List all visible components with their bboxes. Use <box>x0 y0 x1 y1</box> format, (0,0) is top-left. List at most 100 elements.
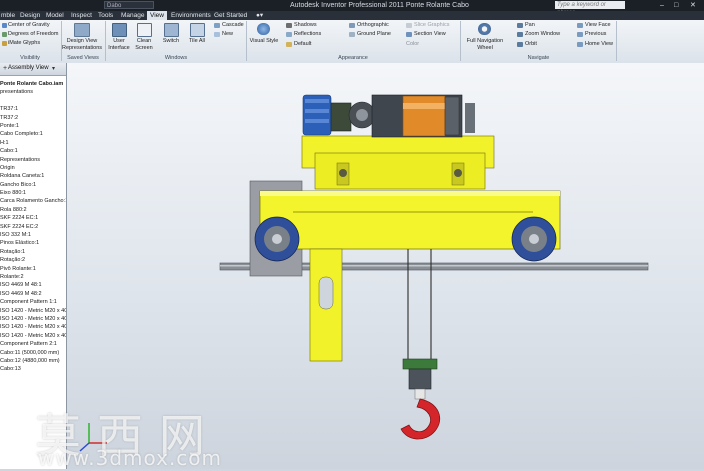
center-of-gravity-button[interactable]: Center of Gravity <box>8 22 50 29</box>
quick-access-selector[interactable]: Dabo <box>104 1 154 9</box>
previous-view-button[interactable]: Previous <box>585 31 606 38</box>
search-input[interactable]: Type a keyword or phrase <box>555 1 625 16</box>
close-button[interactable]: ✕ <box>690 1 696 10</box>
color-select[interactable]: Color <box>406 41 419 48</box>
browser-tree-item[interactable]: ISO 1420 - Metric M20 x 40:1 <box>0 307 66 315</box>
browser-tree-item[interactable]: ISO 1420 - Metric M20 x 40:2 <box>0 315 66 323</box>
maximize-button[interactable]: □ <box>674 1 678 10</box>
pan-button[interactable]: Pan <box>525 22 535 29</box>
pan-icon <box>517 23 523 28</box>
design-view-icon <box>74 23 90 37</box>
add-panel-icon[interactable]: + <box>3 65 7 72</box>
browser-view-selector[interactable]: Assembly View <box>8 65 49 71</box>
ground-plane-button[interactable]: Ground Plane <box>357 31 391 38</box>
orbit-icon <box>517 42 523 47</box>
slice-graphics-button[interactable]: Slice Graphics <box>414 22 449 29</box>
browser-tree-item[interactable]: Representations <box>0 156 66 164</box>
browser-tree-item[interactable]: Rotação:2 <box>0 256 66 264</box>
cascade-icon <box>214 23 220 28</box>
browser-tree-item[interactable]: SKF 2224 EC:1 <box>0 214 66 222</box>
degrees-of-freedom-button[interactable]: Degrees of Freedom <box>8 31 58 38</box>
watermark-url: www.3dmox.com <box>38 446 223 470</box>
clean-screen-button[interactable]: Clean <box>132 38 156 45</box>
browser-tree-item[interactable]: Gancho Bico:1 <box>0 181 66 189</box>
visual-style-button[interactable]: Visual Style <box>248 38 280 45</box>
tab-inspect[interactable]: Inspect <box>71 11 92 20</box>
new-window-button[interactable]: New <box>222 31 233 38</box>
browser-tree-item[interactable]: Ponte:1 <box>0 122 66 130</box>
home-view-icon <box>577 42 583 47</box>
browser-tree-item[interactable]: Cabo:12 (4880,000 mm) <box>0 357 66 365</box>
tab-tools[interactable]: Tools <box>98 11 113 20</box>
cable-drum <box>402 95 446 137</box>
browser-tree-item[interactable]: Rotação:1 <box>0 248 66 256</box>
browser-tree-item[interactable]: Eixo 880:1 <box>0 189 66 197</box>
home-view-button[interactable]: Home View <box>585 41 613 48</box>
browser-tree-item[interactable]: ISO 4469 M 48:1 <box>0 281 66 289</box>
slice-graphics-icon <box>406 23 412 28</box>
switch-button[interactable]: Switch <box>158 38 184 45</box>
browser-tree-item[interactable]: Component Pattern 1:1 <box>0 298 66 306</box>
browser-tree-item[interactable]: H:1 <box>0 139 66 147</box>
full-navigation-wheel-button[interactable]: Full Navigation <box>464 38 506 45</box>
browser-tree-item[interactable]: Cabo Completo:1 <box>0 130 66 138</box>
frame-bolt <box>339 169 347 177</box>
visual-style-icon <box>257 23 270 35</box>
browser-tree-item[interactable]: Cabo:13 <box>0 365 66 373</box>
switch-window-icon <box>164 23 179 37</box>
cascade-button[interactable]: Cascade <box>222 22 244 29</box>
browser-tree-item[interactable]: Ponte Rolante Cabo.iam <box>0 80 66 88</box>
browser-tree-item[interactable]: Component Pattern 2:1 <box>0 340 66 348</box>
orbit-button[interactable]: Orbit <box>525 41 537 48</box>
tab-model[interactable]: Model <box>46 11 64 20</box>
browser-tree-item[interactable]: ISO 1420 - Metric M20 x 40:4 <box>0 332 66 340</box>
tab-design[interactable]: Design <box>20 11 40 20</box>
motor-fin <box>305 109 329 113</box>
tab-assemble[interactable]: mble <box>1 11 15 20</box>
browser-tree-item[interactable]: ISO 1420 - Metric M20 x 40:3 <box>0 323 66 331</box>
design-view-button[interactable]: Design View <box>62 38 102 45</box>
view-face-button[interactable]: View Face <box>585 22 611 29</box>
browser-tree-item[interactable]: Rolante:2 <box>0 273 66 281</box>
imate-glyphs-button[interactable]: iMate Glyphs <box>8 40 40 47</box>
browser-tree-item[interactable]: Pinos Elástico:1 <box>0 239 66 247</box>
previous-view-icon <box>577 32 583 37</box>
tab-manage[interactable]: Manage <box>121 11 145 20</box>
zoom-window-button[interactable]: Zoom Window <box>525 31 560 38</box>
browser-tree-item[interactable]: ISO 4469 M 48:2 <box>0 290 66 298</box>
tab-environments[interactable]: Environments <box>171 11 211 20</box>
orthographic-button[interactable]: Orthographic <box>357 22 389 29</box>
user-interface-icon <box>112 23 127 37</box>
browser-tree-item[interactable]: TR37:1 <box>0 105 66 113</box>
crane-hook <box>400 398 441 440</box>
minimize-button[interactable]: – <box>660 1 664 10</box>
tab-options-icon[interactable]: ●▾ <box>256 11 263 20</box>
section-view-button[interactable]: Section View <box>414 31 446 38</box>
lighting-style-select[interactable]: Default <box>294 41 311 48</box>
browser-tree-item[interactable]: Cabo:1 <box>0 147 66 155</box>
clean-screen-icon <box>137 23 152 37</box>
browser-tree-item[interactable]: TR37:2 <box>0 114 66 122</box>
browser-tree-item[interactable]: Pivô Rolante:1 <box>0 265 66 273</box>
tab-view[interactable]: View <box>147 11 167 20</box>
browser-tree-item[interactable]: Rola 880:2 <box>0 206 66 214</box>
user-interface-button[interactable]: User <box>107 38 131 45</box>
browser-tree-item[interactable]: Carca Rolamento Gancho:1 <box>0 197 66 205</box>
browser-tree-item[interactable]: SKF 2224 EC:2 <box>0 223 66 231</box>
navigation-wheel-icon <box>478 23 491 35</box>
browser-tree-item[interactable]: Origin <box>0 164 66 172</box>
browser-tree-item[interactable]: presentations <box>0 88 66 96</box>
girder-top-highlight <box>260 191 560 196</box>
chevron-down-icon[interactable]: ▾ <box>52 65 55 72</box>
drum-end-cap <box>444 96 460 136</box>
browser-tree-item[interactable]: ISO 332 M:1 <box>0 231 66 239</box>
shadows-button[interactable]: Shadows <box>294 22 317 29</box>
browser-tree-item[interactable] <box>0 97 66 105</box>
reflections-button[interactable]: Reflections <box>294 31 321 38</box>
browser-tree-item[interactable]: Cabo:11 (5000,000 mm) <box>0 349 66 357</box>
drum-support <box>465 103 475 133</box>
tab-get-started[interactable]: Get Started <box>214 11 247 20</box>
tile-all-button[interactable]: Tile All <box>185 38 209 45</box>
browser-tree-item[interactable]: Roldana Caneta:1 <box>0 172 66 180</box>
wheel-right-axle <box>529 234 539 244</box>
